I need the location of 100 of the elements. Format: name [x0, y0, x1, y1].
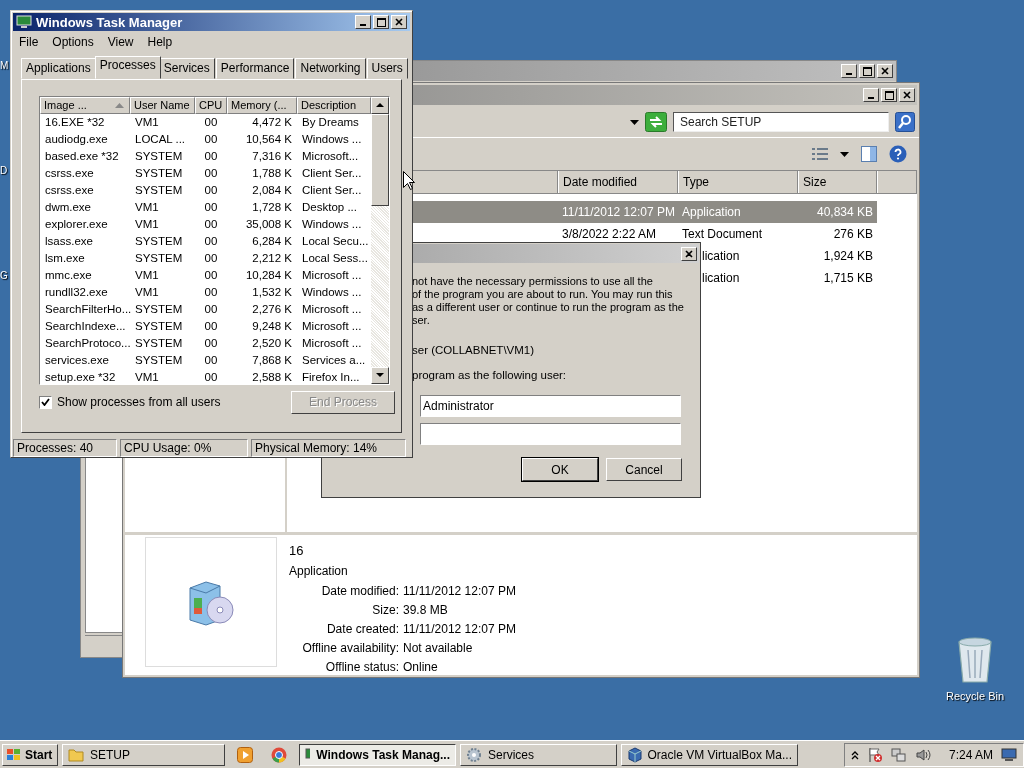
search-field[interactable]: Search SETUP — [673, 112, 889, 132]
table-cell-text: Firefox In... — [301, 371, 361, 384]
tab[interactable]: Processes — [94, 55, 161, 79]
table-cell-text: 00 — [203, 150, 219, 163]
column-header[interactable]: Size — [798, 171, 877, 193]
taskbar-button[interactable]: Services — [460, 743, 617, 766]
table-cell-text: csrss.exe — [44, 167, 95, 180]
user-name-field[interactable]: Administrator — [420, 395, 681, 417]
recycle-bin-icon[interactable] — [956, 636, 994, 684]
folder-icon — [68, 747, 84, 762]
close-button[interactable] — [877, 64, 893, 78]
file-row[interactable]: lication 1,924 KB — [701, 245, 877, 267]
tab[interactable]: Services — [158, 57, 215, 79]
menu-item[interactable]: File — [19, 35, 39, 52]
table-cell-text: Windows ... — [301, 286, 363, 299]
close-button[interactable] — [681, 246, 697, 261]
table-cell-text: lsm.exe — [44, 252, 86, 265]
table-cell-text: Client Ser... — [301, 167, 363, 180]
column-header[interactable] — [877, 171, 917, 193]
minimize-button[interactable] — [841, 64, 857, 78]
menu-item[interactable]: View — [107, 35, 134, 52]
maximize-button[interactable] — [373, 15, 389, 30]
table-cell-text: SYSTEM — [134, 252, 184, 265]
dropdown-caret-icon[interactable] — [840, 151, 849, 157]
maximize-icon — [376, 17, 386, 27]
go-arrows-icon[interactable] — [645, 112, 667, 132]
media-player-icon[interactable] — [237, 746, 253, 763]
table-cell-text: 00 — [203, 320, 219, 333]
table-cell-text: Services a... — [301, 354, 367, 367]
menu-item[interactable]: Help — [147, 35, 173, 52]
scroll-up-icon[interactable] — [376, 103, 384, 108]
table-cell-text: 00 — [203, 116, 219, 129]
table-cell-text: SearchIndexe... — [44, 320, 127, 333]
option-label[interactable]: program as the following user: — [412, 369, 567, 381]
size-cell-text: 1,715 KB — [822, 271, 874, 285]
taskbar-button[interactable]: SETUP — [62, 743, 225, 766]
table-cell-text: 10,284 K — [244, 269, 293, 282]
column-header[interactable]: Date modified — [558, 171, 678, 193]
column-header[interactable]: CPU — [195, 96, 227, 114]
menu-item[interactable]: Options — [52, 35, 94, 52]
table-cell-text: Windows ... — [301, 133, 363, 146]
file-row[interactable]: lication 1,715 KB — [701, 267, 877, 289]
cancel-button[interactable]: Cancel — [606, 458, 682, 481]
chevron-up-icon[interactable] — [850, 749, 859, 760]
tab[interactable]: Users — [366, 57, 408, 79]
column-header[interactable]: Image ... — [40, 96, 130, 114]
property-label: Size: — [371, 603, 399, 617]
preview-pane-icon[interactable] — [861, 146, 877, 162]
close-button[interactable] — [391, 15, 407, 30]
help-icon[interactable] — [889, 145, 907, 163]
table-cell-text: SYSTEM — [134, 354, 184, 367]
property-value: 11/11/2012 12:07 PM — [403, 584, 516, 598]
option-label[interactable]: ser (COLLABNET\VM1) — [412, 344, 535, 356]
table-cell-text: 7,868 K — [251, 354, 293, 367]
tab[interactable]: Performance — [215, 57, 295, 79]
checkbox[interactable] — [39, 395, 52, 409]
status-text: Physical Memory: 14% — [251, 439, 406, 457]
round-browser-icon[interactable] — [271, 746, 287, 763]
type-cell-text: lication — [701, 249, 741, 263]
close-button[interactable] — [899, 88, 915, 102]
column-header[interactable]: Description — [297, 96, 371, 114]
network-icon[interactable] — [890, 746, 907, 763]
checkbox-label[interactable]: Show processes from all users — [57, 395, 221, 410]
table-cell-text: Microsoft ... — [301, 320, 363, 333]
table-cell-text: mmc.exe — [44, 269, 93, 282]
maximize-button[interactable] — [881, 88, 897, 102]
table-cell-text: 6,284 K — [251, 235, 293, 248]
maximize-button[interactable] — [859, 64, 875, 78]
table-cell-text: 2,212 K — [251, 252, 293, 265]
gear-icon — [466, 746, 482, 763]
search-icon[interactable] — [895, 112, 915, 132]
minimize-button[interactable] — [863, 88, 879, 102]
table-cell-text: SYSTEM — [134, 150, 184, 163]
property-value: Not available — [403, 641, 474, 655]
flag-warning-icon[interactable] — [866, 746, 883, 763]
taskbar-button[interactable]: Windows Task Manag... — [299, 743, 456, 766]
taskbar-button[interactable]: Oracle VM VirtualBox Ma... — [621, 743, 798, 766]
table-cell-text: Local Sess... — [301, 252, 369, 265]
clock[interactable]: 7:24 AM — [948, 747, 993, 762]
start-button[interactable]: Start — [2, 743, 58, 766]
password-field[interactable] — [420, 423, 681, 445]
speaker-icon[interactable] — [914, 746, 931, 763]
table-cell-text: 4,472 K — [251, 116, 293, 129]
scrollbar[interactable] — [371, 96, 389, 384]
column-header[interactable]: Memory (... — [227, 96, 297, 114]
ok-button[interactable]: OK — [522, 458, 598, 481]
scroll-down-icon[interactable] — [376, 373, 384, 378]
file-row[interactable]: 3/8/2022 2:22 AM Text Document 276 KB — [413, 223, 877, 245]
table-cell-text: 00 — [203, 133, 219, 146]
column-header[interactable]: Type — [678, 171, 798, 193]
tab[interactable]: Networking — [295, 57, 366, 79]
table-cell-text: 00 — [203, 371, 219, 384]
window-title: Windows Task Manager — [36, 14, 184, 30]
dropdown-caret-icon[interactable] — [630, 119, 639, 125]
table-cell-text: 00 — [203, 269, 219, 282]
table-cell-text: Desktop ... — [301, 201, 358, 214]
minimize-button[interactable] — [355, 15, 371, 30]
table-cell-text: 00 — [203, 303, 219, 316]
column-header[interactable]: User Name — [130, 96, 195, 114]
view-list-icon[interactable] — [812, 148, 828, 160]
